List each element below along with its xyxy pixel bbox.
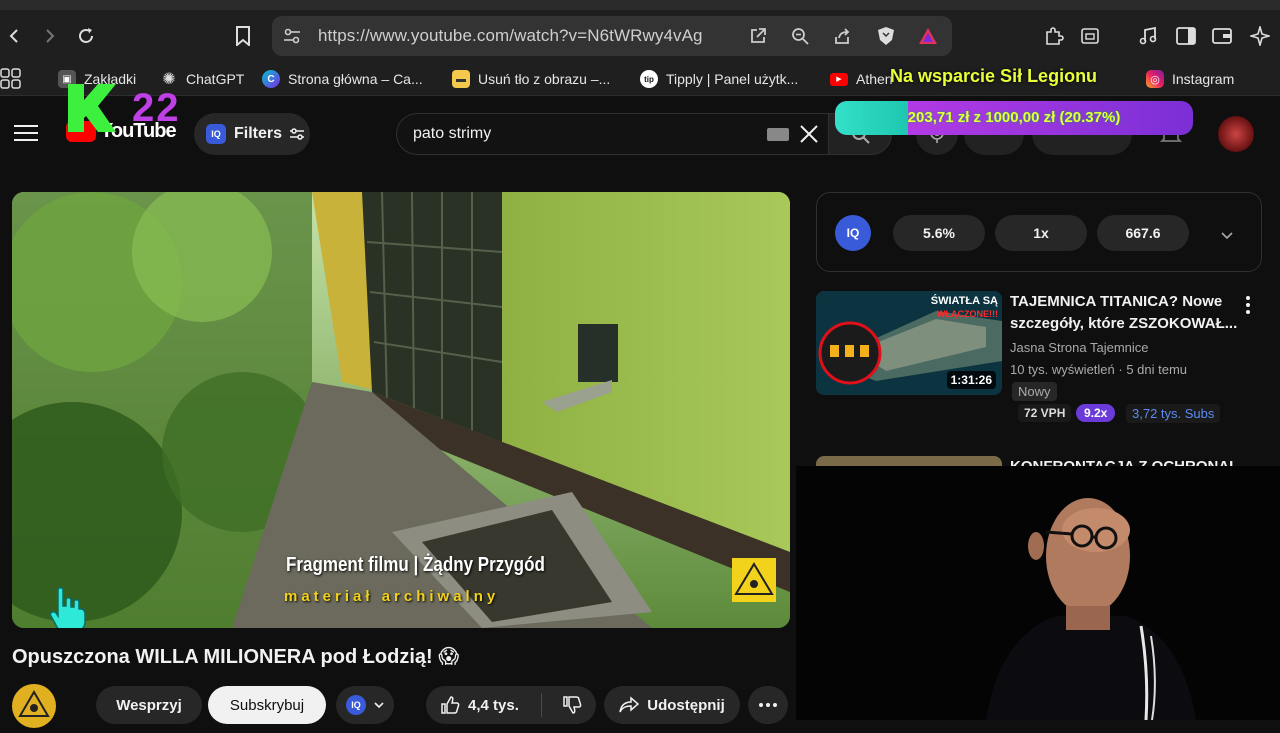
stream-logo-number: 22 <box>132 86 181 130</box>
site-settings-icon[interactable] <box>278 22 306 50</box>
vidiq-icon: IQ <box>346 695 366 715</box>
bookmark-icon[interactable] <box>229 22 257 50</box>
streamer-camera <box>796 466 1280 721</box>
share-label: Udostępnij <box>647 696 725 714</box>
browser-toolbar: https://www.youtube.com/watch?v=N6tWRwy4… <box>0 10 1280 62</box>
youtube-icon: ▶ <box>830 72 848 86</box>
support-button[interactable]: Wesprzyj <box>96 686 202 724</box>
donation-text: 203,71 zł z 1000,00 zł (20.37%) <box>907 109 1121 126</box>
filters-button[interactable]: IQ Filters <box>194 113 310 155</box>
recommendation-meta: 10 tys. wyświetleń · 5 dni temu <box>1010 362 1188 377</box>
media-icon[interactable] <box>1134 22 1162 50</box>
like-button[interactable]: 4,4 tys. <box>440 695 519 715</box>
removebg-icon: ▬ <box>452 70 470 88</box>
extensions-icon[interactable] <box>1040 22 1068 50</box>
bookmark-tipply[interactable]: tip Tipply | Panel użytk... <box>640 69 798 89</box>
leo-ai-icon[interactable] <box>1246 22 1274 50</box>
video-caption-line2: materiał archiwalny <box>284 588 500 605</box>
subscribe-label: Subskrybuj <box>229 696 305 714</box>
subs-count: 3,72 tys. Subs <box>1132 406 1215 421</box>
reload-icon[interactable] <box>72 22 100 50</box>
filter-sliders-icon <box>290 128 305 140</box>
instagram-icon: ◎ <box>1146 70 1164 88</box>
crypto-wallet-icon[interactable] <box>1208 22 1236 50</box>
bookmark-instagram[interactable]: ◎ Instagram <box>1146 69 1234 89</box>
stat-engagement[interactable]: 5.6% <box>893 215 985 251</box>
subscribe-button[interactable]: Subskrybuj <box>208 686 326 724</box>
video-caption-line1: Fragment filmu | Żądny Przygód <box>286 554 545 576</box>
recommendation-title[interactable]: TAJEMNICA TITANICA? Nowe szczegóły, któr… <box>1010 291 1240 335</box>
recommendation-thumbnail[interactable]: ŚWIATŁA SĄ WŁĄCZONE!!! 1:31:26 <box>816 291 1002 395</box>
window-top-strip <box>0 0 1280 10</box>
like-count: 4,4 tys. <box>468 696 519 714</box>
search-value[interactable]: pato strimy <box>413 125 491 143</box>
share-page-icon[interactable] <box>828 22 856 50</box>
apps-icon[interactable] <box>0 68 22 89</box>
more-actions-button[interactable] <box>748 686 788 724</box>
share-icon <box>619 696 640 713</box>
address-bar[interactable]: https://www.youtube.com/watch?v=N6tWRwy4… <box>272 16 952 56</box>
channel-avatar[interactable] <box>12 684 56 728</box>
thumbnail-text-line2: WŁĄCZONE!!! <box>937 309 998 319</box>
zoom-icon[interactable] <box>786 22 814 50</box>
more-horizontal-icon <box>759 703 777 707</box>
video-player[interactable]: Fragment filmu | Żądny Przygód materiał … <box>12 192 790 628</box>
bookmark-label: Instagram <box>1172 71 1235 87</box>
bookmark-athen[interactable]: ▶ Athen <box>830 69 893 89</box>
menu-icon[interactable] <box>14 124 38 142</box>
webcam-overlay <box>796 466 1280 721</box>
thumbnail-text: ŚWIATŁA SĄ WŁĄCZONE!!! <box>931 295 998 321</box>
new-badge: Nowy <box>1012 382 1057 401</box>
support-title: Na wsparcie Sił Legionu <box>890 66 1098 86</box>
chevron-down-icon[interactable] <box>1221 227 1233 245</box>
like-dislike-group: 4,4 tys. <box>426 686 596 724</box>
thumbs-up-icon <box>441 696 460 714</box>
url-text[interactable]: https://www.youtube.com/watch?v=N6tWRwy4… <box>318 26 703 46</box>
bookmark-strona-glowna[interactable]: C Strona główna – Ca... <box>262 69 423 89</box>
search-input[interactable]: pato strimy <box>396 113 828 155</box>
tipply-icon: tip <box>640 70 658 88</box>
multiplier-badge: 9.2x <box>1076 404 1116 422</box>
recommendation-channel[interactable]: Jasna Strona Tajemnice <box>1010 340 1149 355</box>
stat-multiplier[interactable]: 1x <box>995 215 1087 251</box>
bookmark-label: Usuń tło z obrazu –... <box>478 71 611 87</box>
vph-badge: 72 VPH <box>1018 404 1072 422</box>
filters-label: Filters <box>234 125 283 142</box>
video-title: Opuszczona WILLA MILIONERA pod Łodzią! 😱 <box>12 646 460 668</box>
wallet-icon[interactable] <box>1076 22 1104 50</box>
back-icon[interactable] <box>0 22 28 50</box>
keyboard-icon[interactable] <box>767 128 789 141</box>
bookmark-label: Tipply | Panel użytk... <box>666 71 799 87</box>
brave-rewards-icon[interactable] <box>914 22 942 50</box>
canva-icon: C <box>262 70 280 88</box>
thumbnail-text-line1: ŚWIATŁA SĄ <box>930 295 998 307</box>
bookmark-label: ChatGPT <box>186 71 245 87</box>
stream-logo-k <box>66 82 118 134</box>
share-button[interactable]: Udostępnij <box>604 686 740 724</box>
brave-shield-icon[interactable] <box>872 22 900 50</box>
avatar[interactable] <box>1218 116 1254 152</box>
like-divider <box>540 693 542 717</box>
clear-search-icon[interactable] <box>799 124 819 149</box>
bookmark-label: Strona główna – Ca... <box>288 71 423 87</box>
bookmark-label: Athen <box>856 71 893 87</box>
hand-cursor-icon <box>48 586 88 628</box>
bookmark-usun-tlo[interactable]: ▬ Usuń tło z obrazu –... <box>452 69 610 89</box>
vidiq-stats-card: IQ 5.6% 1x 667.6 <box>816 192 1262 272</box>
vidiq-logo-icon[interactable]: IQ <box>835 215 871 251</box>
donation-progress-bar: 203,71 zł z 1000,00 zł (20.37%) <box>835 101 1193 135</box>
open-external-icon[interactable] <box>744 22 772 50</box>
chevron-down-icon <box>374 702 384 708</box>
vidiq-icon: IQ <box>206 124 226 144</box>
support-label: Wesprzyj <box>116 696 182 714</box>
more-vertical-icon[interactable] <box>1246 296 1250 319</box>
forward-icon[interactable] <box>36 22 64 50</box>
sidebar-icon[interactable] <box>1172 22 1200 50</box>
video-duration: 1:31:26 <box>946 371 996 389</box>
subs-badge: 3,72 tys. Subs <box>1126 404 1221 423</box>
vidiq-channel-button[interactable]: IQ <box>336 686 394 724</box>
thumbs-down-icon[interactable] <box>562 695 582 715</box>
stat-vph[interactable]: 667.6 <box>1097 215 1189 251</box>
